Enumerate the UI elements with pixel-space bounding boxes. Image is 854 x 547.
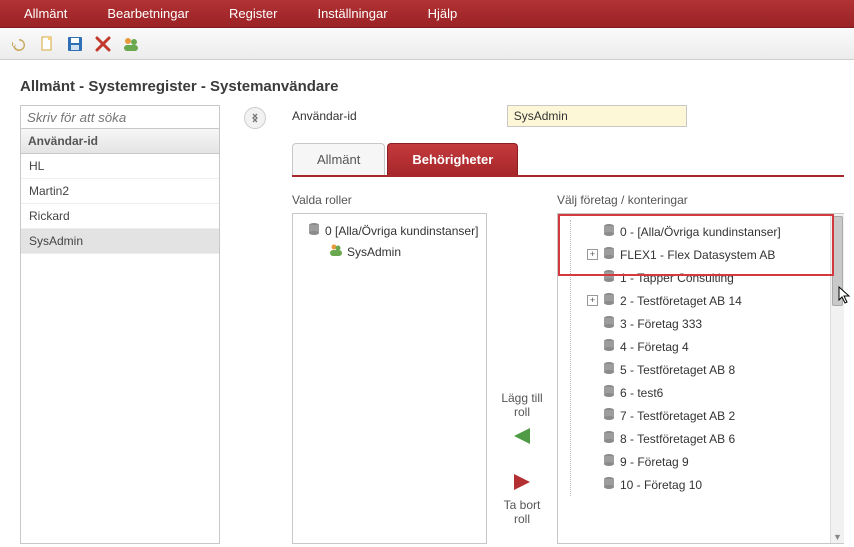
tree-spacer bbox=[587, 410, 598, 421]
tree-spacer bbox=[587, 318, 598, 329]
menu-bearbetningar[interactable]: Bearbetningar bbox=[87, 0, 209, 27]
company-label: 8 - Testföretaget AB 6 bbox=[620, 432, 735, 446]
company-label: 9 - Företag 9 bbox=[620, 455, 689, 469]
company-label: 0 - [Alla/Övriga kundinstanser] bbox=[620, 225, 781, 239]
database-icon bbox=[602, 407, 616, 424]
tree-spacer bbox=[587, 341, 598, 352]
scroll-thumb[interactable] bbox=[832, 216, 843, 306]
company-row[interactable]: + FLEX1 - Flex Datasystem AB bbox=[583, 243, 839, 266]
company-label: 3 - Företag 333 bbox=[620, 317, 702, 331]
tree-spacer bbox=[587, 479, 598, 490]
tree-spacer bbox=[587, 387, 598, 398]
expand-icon[interactable]: + bbox=[587, 295, 598, 306]
delete-icon[interactable] bbox=[94, 35, 112, 53]
menu-installningar[interactable]: Inställningar bbox=[297, 0, 407, 27]
company-label: 4 - Företag 4 bbox=[620, 340, 689, 354]
save-icon[interactable] bbox=[66, 35, 84, 53]
company-row[interactable]: 0 - [Alla/Övriga kundinstanser] bbox=[583, 220, 839, 243]
roles-label: Valda roller bbox=[292, 193, 487, 207]
remove-role-button[interactable] bbox=[510, 472, 534, 492]
user-list-panel: Användar-id HLMartin2RickardSysAdmin bbox=[20, 105, 220, 544]
company-label: 5 - Testföretaget AB 8 bbox=[620, 363, 735, 377]
menu-register[interactable]: Register bbox=[209, 0, 297, 27]
user-row[interactable]: Martin2 bbox=[21, 179, 219, 204]
tree-spacer bbox=[587, 226, 598, 237]
collapse-panel-button[interactable] bbox=[244, 107, 266, 129]
toolbar bbox=[0, 28, 854, 60]
database-icon bbox=[602, 315, 616, 332]
company-label: 10 - Företag 10 bbox=[620, 478, 702, 492]
company-row[interactable]: 9 - Företag 9 bbox=[583, 450, 839, 473]
breadcrumb: Allmänt - Systemregister - Systemanvända… bbox=[20, 78, 844, 95]
company-row[interactable]: 4 - Företag 4 bbox=[583, 335, 839, 358]
content-area: Allmänt - Systemregister - Systemanvända… bbox=[0, 60, 854, 547]
database-icon bbox=[602, 269, 616, 286]
role-root-node[interactable]: 0 [Alla/Övriga kundinstanser] bbox=[297, 220, 482, 241]
database-icon bbox=[602, 430, 616, 447]
people-icon bbox=[329, 243, 343, 260]
database-icon bbox=[602, 476, 616, 493]
remove-role-label: Ta bort roll bbox=[495, 498, 549, 527]
detail-panel: Användar-id Allmänt Behörigheter Valda r… bbox=[292, 105, 844, 544]
company-row[interactable]: 8 - Testföretaget AB 6 bbox=[583, 427, 839, 450]
search-input[interactable] bbox=[20, 105, 220, 129]
role-child-label: SysAdmin bbox=[347, 245, 401, 259]
tree-spacer bbox=[587, 456, 598, 467]
company-row[interactable]: + 2 - Testföretaget AB 14 bbox=[583, 289, 839, 312]
menu-allmant[interactable]: Allmänt bbox=[4, 0, 87, 27]
tab-behorigheter[interactable]: Behörigheter bbox=[387, 143, 518, 175]
user-id-field[interactable] bbox=[507, 105, 687, 127]
database-icon bbox=[602, 361, 616, 378]
database-icon bbox=[602, 246, 616, 263]
tab-strip: Allmänt Behörigheter bbox=[292, 143, 844, 177]
menubar: Allmänt Bearbetningar Register Inställni… bbox=[0, 0, 854, 28]
database-icon bbox=[602, 338, 616, 355]
menu-hjalp[interactable]: Hjälp bbox=[408, 0, 478, 27]
database-icon bbox=[602, 292, 616, 309]
company-row[interactable]: 6 - test6 bbox=[583, 381, 839, 404]
tree-spacer bbox=[587, 272, 598, 283]
user-row[interactable]: SysAdmin bbox=[21, 229, 219, 254]
database-icon bbox=[602, 223, 616, 240]
company-label: 7 - Testföretaget AB 2 bbox=[620, 409, 735, 423]
user-row[interactable]: HL bbox=[21, 154, 219, 179]
users-icon[interactable] bbox=[122, 35, 140, 53]
user-id-label: Användar-id bbox=[292, 109, 357, 123]
company-label: 6 - test6 bbox=[620, 386, 663, 400]
tree-spacer bbox=[587, 433, 598, 444]
database-icon bbox=[602, 453, 616, 470]
company-row[interactable]: 3 - Företag 333 bbox=[583, 312, 839, 335]
database-icon bbox=[602, 384, 616, 401]
role-root-label: 0 [Alla/Övriga kundinstanser] bbox=[325, 224, 478, 238]
tree-spacer bbox=[587, 364, 598, 375]
undo-icon[interactable] bbox=[10, 35, 28, 53]
scrollbar[interactable]: ▲ ▼ bbox=[830, 214, 844, 543]
company-row[interactable]: 1 - Tapper Consulting bbox=[583, 266, 839, 289]
tab-allmant[interactable]: Allmänt bbox=[292, 143, 385, 175]
expand-icon[interactable]: + bbox=[587, 249, 598, 260]
company-row[interactable]: 7 - Testföretaget AB 2 bbox=[583, 404, 839, 427]
company-row[interactable]: 5 - Testföretaget AB 8 bbox=[583, 358, 839, 381]
user-list-header[interactable]: Användar-id bbox=[20, 129, 220, 154]
company-label: 1 - Tapper Consulting bbox=[620, 271, 734, 285]
companies-tree[interactable]: 0 - [Alla/Övriga kundinstanser] + FLEX1 -… bbox=[557, 213, 844, 544]
role-child-node[interactable]: SysAdmin bbox=[319, 241, 482, 262]
add-role-label: Lägg till roll bbox=[495, 391, 549, 420]
roles-tree[interactable]: 0 [Alla/Övriga kundinstanser] SysAdmin bbox=[292, 213, 487, 544]
user-row[interactable]: Rickard bbox=[21, 204, 219, 229]
company-label: 2 - Testföretaget AB 14 bbox=[620, 294, 742, 308]
companies-label: Välj företag / konteringar bbox=[557, 193, 844, 207]
user-list-body: HLMartin2RickardSysAdmin bbox=[20, 154, 220, 544]
company-row[interactable]: 10 - Företag 10 bbox=[583, 473, 839, 496]
company-label: FLEX1 - Flex Datasystem AB bbox=[620, 248, 775, 262]
database-icon bbox=[307, 222, 321, 239]
add-role-button[interactable] bbox=[510, 426, 534, 446]
new-document-icon[interactable] bbox=[38, 35, 56, 53]
scroll-down-icon[interactable]: ▼ bbox=[831, 531, 844, 543]
